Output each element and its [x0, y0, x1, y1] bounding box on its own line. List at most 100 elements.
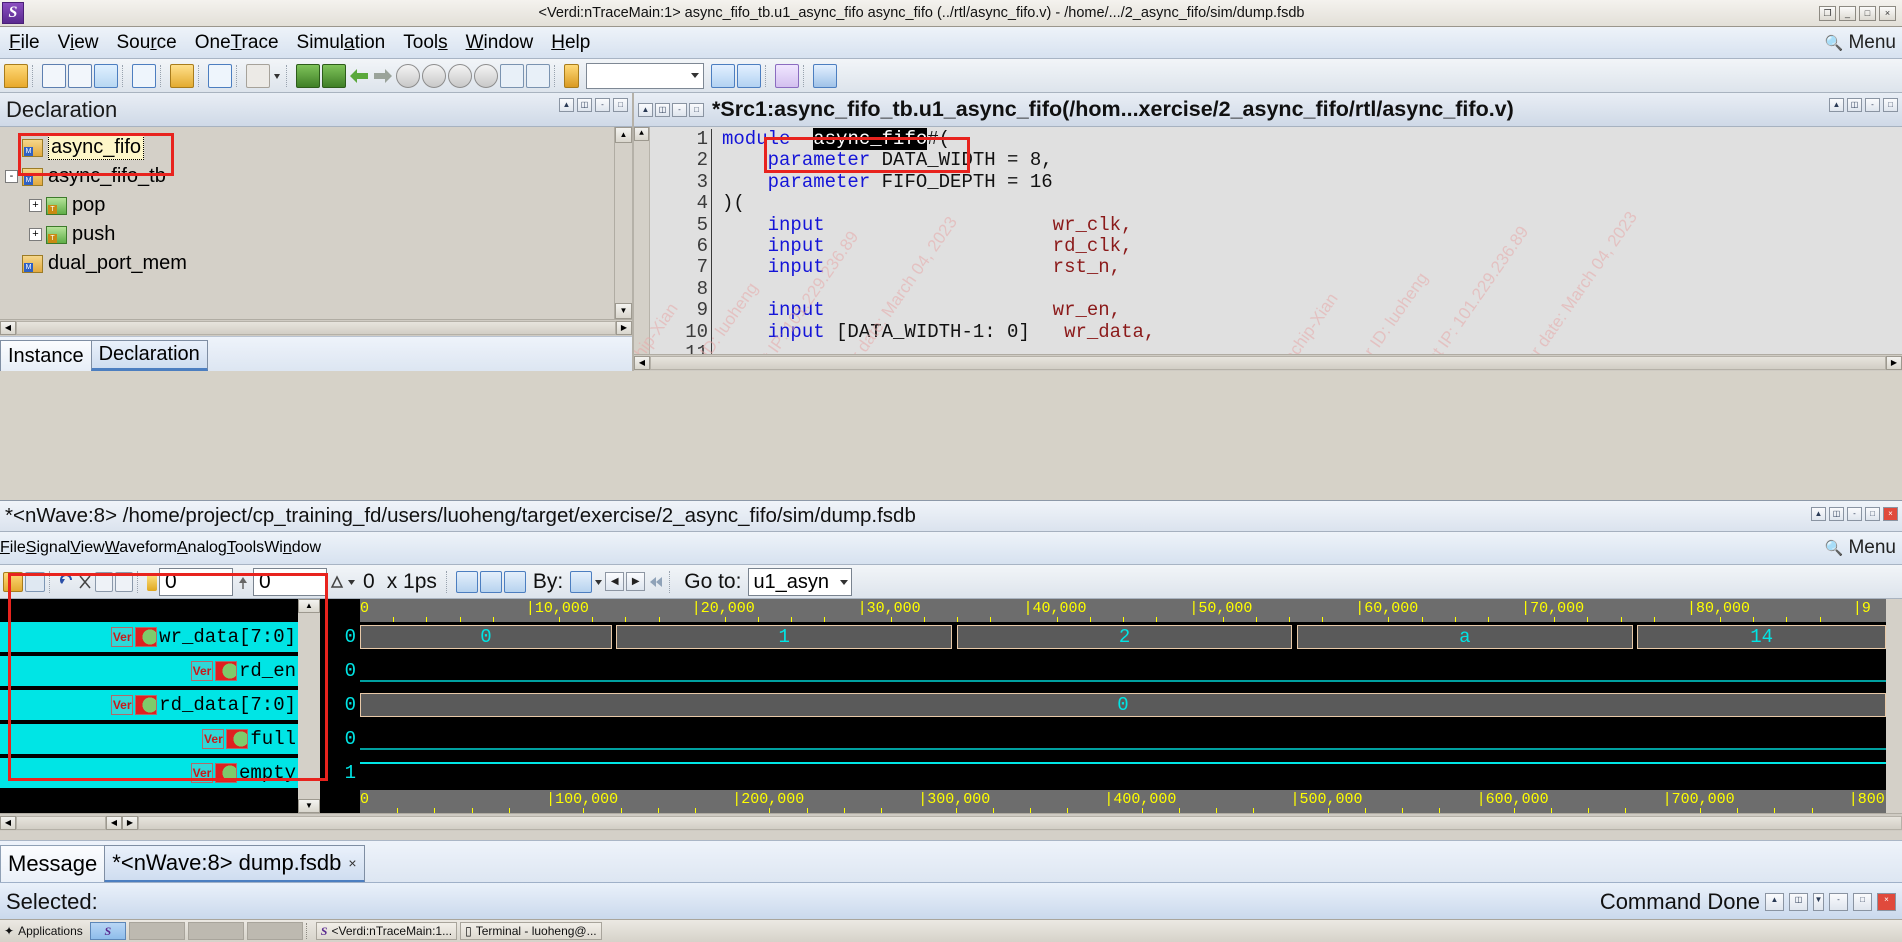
nwave-menu-file[interactable]: File — [0, 539, 26, 557]
waveform-ruler-bottom[interactable]: 0 |100,000 |200,000 |300,000 |400,000 |500,00… — [360, 790, 1886, 813]
doc-icon[interactable] — [246, 63, 270, 88]
scroll-up-icon[interactable]: ▲ — [298, 599, 320, 613]
scroll-down-icon[interactable]: ▼ — [298, 799, 320, 813]
maximize-button[interactable]: □ — [1859, 5, 1876, 21]
menu-source[interactable]: Source — [108, 32, 186, 54]
nwave-menu-search-area[interactable]: 🔍 Menu — [1825, 532, 1896, 563]
dump-icon[interactable] — [68, 63, 92, 88]
zoom-in-icon[interactable] — [479, 570, 502, 593]
nwave-menu-waveform[interactable]: Waveform — [105, 539, 177, 557]
next-transition-button[interactable]: ▶ — [626, 572, 646, 591]
waveform-lanes[interactable]: 0 1 2 a 14 0 — [360, 622, 1886, 788]
open-folder-icon[interactable] — [4, 63, 28, 88]
code-line[interactable]: 8 — [650, 278, 1902, 301]
source-code-area[interactable]: ▲ 1 module async_fifo#(2 parameter DATA_W… — [634, 127, 1902, 354]
signal-direction-icon[interactable] — [135, 695, 158, 715]
signal-row[interactable]: Ver empty — [0, 758, 298, 788]
expand-expander-icon[interactable]: + — [29, 228, 42, 241]
folder-yellow-icon[interactable] — [170, 63, 194, 88]
toolbar-search-combo[interactable] — [586, 62, 704, 89]
delta-icon[interactable] — [329, 573, 345, 591]
pin-icon[interactable]: ▲ — [1829, 98, 1844, 112]
close-panel-icon[interactable]: × — [1883, 507, 1898, 521]
waveform-vertical-scrollbar[interactable] — [1886, 599, 1902, 813]
cut-icon[interactable] — [77, 573, 93, 591]
nwave-menu-view[interactable]: View — [70, 539, 104, 557]
workspace-1[interactable]: S — [89, 922, 126, 940]
waveform-ruler-top[interactable]: 0 |10,000 |20,000 |30,000 |40,000 |50,000 |60,… — [360, 599, 1886, 622]
scroll-right-icon[interactable]: ▶ — [1886, 356, 1902, 370]
scroll-left-icon[interactable]: ◀ — [0, 815, 16, 830]
declaration-tree[interactable]: M async_fifo - M async_fifo_tb + T pop +… — [0, 127, 614, 319]
minimize-panel-icon[interactable]: - — [595, 98, 610, 112]
zoom-out-icon[interactable] — [455, 570, 478, 593]
waveform-icon[interactable] — [42, 63, 66, 88]
minimize-panel-icon[interactable]: - — [1847, 507, 1862, 521]
status-up-icon[interactable]: ▲ — [1765, 892, 1784, 911]
abs-icon[interactable] — [775, 63, 799, 88]
nwave-menu-analog[interactable]: Analog — [177, 539, 227, 557]
marker-time-input[interactable]: 0 — [253, 567, 327, 596]
code-line[interactable]: 5 input wr_clk, — [650, 214, 1902, 236]
bookmark-icon[interactable] — [564, 63, 579, 88]
verilog-source-icon[interactable]: Ver — [202, 729, 225, 749]
find-icon[interactable] — [737, 63, 761, 88]
scroll-track[interactable] — [16, 815, 106, 830]
undock-icon[interactable]: ◫ — [1829, 507, 1844, 521]
close-icon[interactable]: × — [348, 855, 356, 871]
scroll-left-icon[interactable]: ◀ — [0, 321, 16, 335]
waveform-lane[interactable]: 0 — [360, 690, 1886, 720]
close-button[interactable]: × — [1879, 5, 1896, 21]
tree-item-async-fifo[interactable]: M async_fifo — [0, 133, 614, 162]
waveform-lane[interactable] — [360, 724, 1886, 754]
undock-icon[interactable]: ◫ — [655, 102, 670, 117]
menu-view[interactable]: View — [49, 32, 108, 54]
chevron-down-icon[interactable] — [594, 573, 603, 591]
waveform-lane[interactable] — [360, 758, 1886, 788]
menu-tools[interactable]: Tools — [394, 32, 456, 54]
scroll-left-icon[interactable]: ◀ — [634, 356, 650, 370]
search-icon[interactable] — [711, 63, 735, 88]
chevron-down-icon[interactable] — [272, 65, 282, 87]
restore-button[interactable]: ❐ — [1819, 5, 1836, 21]
nwave-menu-tools[interactable]: Tools — [227, 539, 264, 557]
status-layout-icon[interactable]: ◫ — [1789, 892, 1808, 911]
marker-handle-icon[interactable] — [235, 573, 251, 591]
message-label[interactable]: Message — [0, 845, 106, 883]
scroll-up-icon[interactable]: ▲ — [615, 127, 632, 143]
signal-name-pane[interactable]: Ver wr_data[7:0] Ver rd_en Ver rd_data[7:0] Ve… — [0, 573, 328, 813]
verilog-source-icon[interactable]: Ver — [190, 763, 213, 783]
workspace-3[interactable] — [187, 922, 244, 940]
verilog-source-icon[interactable]: Ver — [111, 627, 134, 647]
menu-search-area[interactable]: 🔍 Menu — [1825, 27, 1896, 58]
scroll-up-icon[interactable]: ▲ — [634, 127, 649, 141]
code-line[interactable]: 9 input wr_en, — [650, 299, 1902, 322]
tree-item-dual-port-mem[interactable]: M dual_port_mem — [0, 249, 614, 278]
scroll-right-icon[interactable]: ▶ — [616, 321, 632, 335]
signal-row[interactable]: Ver rd_en — [0, 656, 298, 686]
collapse-expander-icon[interactable]: - — [5, 170, 18, 183]
maximize-panel-icon[interactable]: □ — [1865, 507, 1880, 521]
tree-item-async-fifo-tb[interactable]: - M async_fifo_tb — [0, 162, 614, 191]
menu-window[interactable]: Window — [457, 32, 543, 54]
message-tab-dumpfsdb[interactable]: *<nWave:8> dump.fsdb × — [104, 845, 365, 883]
scroll-track[interactable] — [16, 321, 616, 335]
status-close-icon[interactable]: × — [1877, 892, 1896, 911]
goto-input[interactable]: u1_asyn — [748, 567, 853, 596]
maximize-panel-icon[interactable]: □ — [613, 98, 628, 112]
nwave-menu-signal[interactable]: Signal — [26, 539, 70, 557]
code-line[interactable]: 3 parameter FIFO_DEPTH = 16 — [650, 171, 1902, 194]
down-circle-icon[interactable] — [474, 63, 498, 88]
code-line[interactable]: 7 input rst_n, — [650, 256, 1902, 279]
undo-icon[interactable] — [59, 573, 75, 591]
workspace-4[interactable] — [246, 922, 303, 940]
source-horizontal-scrollbar[interactable]: ◀ ▶ — [634, 354, 1902, 371]
code-line[interactable]: 6 input rd_clk, — [650, 235, 1902, 258]
workspace-2[interactable] — [128, 922, 185, 940]
marker-icon[interactable] — [147, 572, 157, 591]
menu-simulation[interactable]: Simulation — [288, 32, 395, 54]
declaration-vertical-scrollbar[interactable]: ▲ ▼ — [614, 127, 632, 319]
waveform-lane[interactable] — [360, 656, 1886, 686]
verilog-source-icon[interactable]: Ver — [190, 661, 213, 681]
pin-icon[interactable]: ▲ — [1811, 507, 1826, 521]
